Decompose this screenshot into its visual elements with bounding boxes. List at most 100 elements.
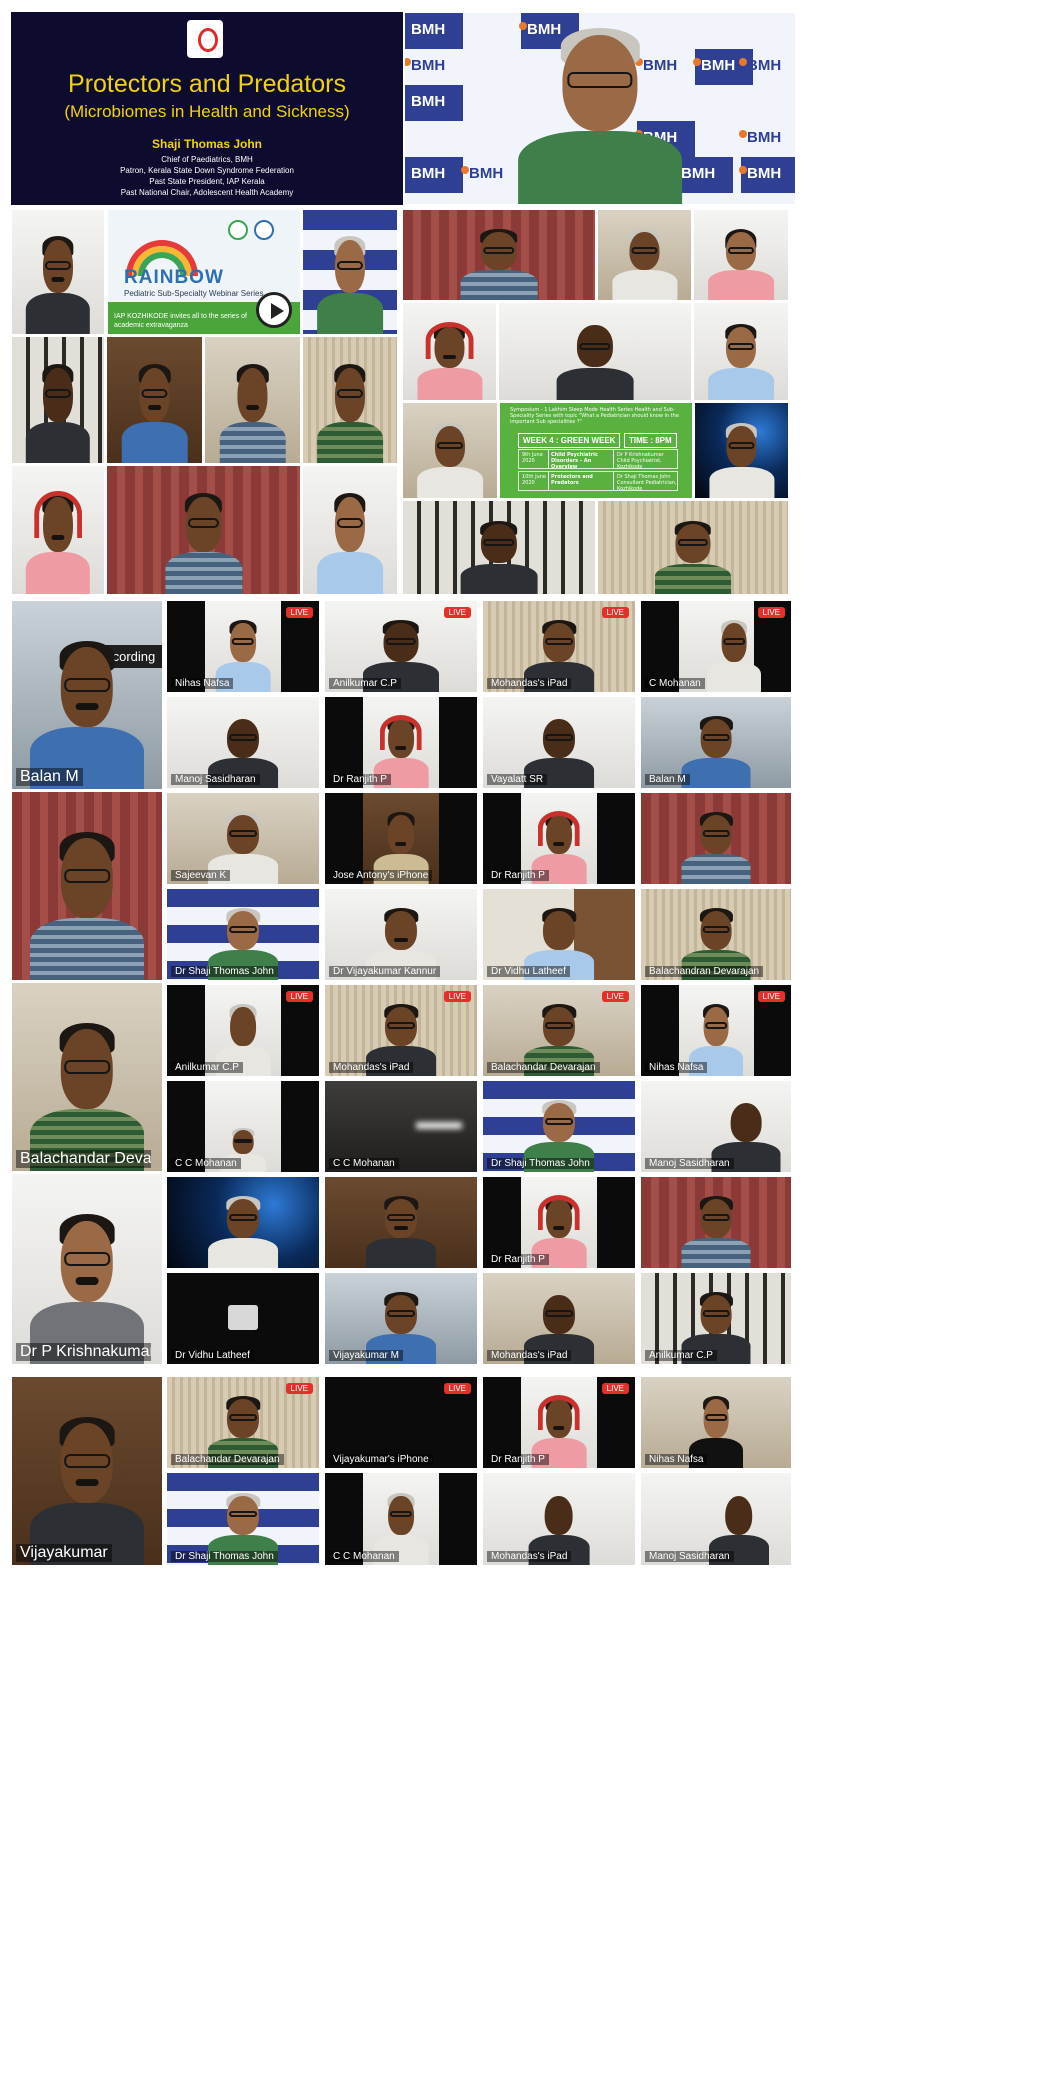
participant-video-tile[interactable]: C C Mohanan: [324, 1472, 478, 1566]
participant-video-tile[interactable]: [402, 209, 596, 301]
webinar-schedule-card: Symposium - 1 Lakhim Sleep Mode Health S…: [499, 402, 693, 499]
participant-video-tile[interactable]: Nihas Nafsa: [640, 1376, 792, 1469]
participant-video-tile[interactable]: Dr Ranjith P: [482, 792, 636, 885]
participant-video-tile[interactable]: [597, 500, 789, 595]
participant-video-tile[interactable]: [694, 402, 789, 499]
participant-video-tile[interactable]: [302, 336, 398, 464]
participant-name: Dr Shaji Thomas John: [487, 1158, 594, 1169]
participant-video-tile[interactable]: Jose Antony's iPhone: [324, 792, 478, 885]
participant-name: Balan M: [645, 774, 690, 785]
participant-name: Anilkumar C.P: [329, 678, 401, 689]
schedule-time: TIME : 8PM: [624, 433, 677, 448]
participant-video-tile[interactable]: [402, 500, 596, 595]
speaker-video-tile[interactable]: BMH BMH BMH BMH BMH BMH BMH BMH BMH BMH …: [404, 12, 796, 205]
participant-video-tile[interactable]: LIVE Nihas Nafsa: [640, 984, 792, 1077]
slide-credential: Patron, Kerala State Down Syndrome Feder…: [120, 166, 294, 175]
participant-name: C C Mohanan: [171, 1158, 241, 1169]
participant-name: Nihas Nafsa: [645, 1454, 708, 1465]
live-badge: LIVE: [601, 607, 629, 618]
participant-name: Anilkumar C.P: [645, 1350, 717, 1361]
slide-credential: Past State President, IAP Kerala: [149, 177, 265, 186]
participant-video-tile[interactable]: [693, 209, 789, 301]
participant-video-tile[interactable]: [302, 465, 398, 595]
participant-video-tile[interactable]: Dr Ranjith P: [324, 696, 478, 789]
participant-video-tile[interactable]: Dr Shaji Thomas John: [166, 888, 320, 981]
participant-video-tile[interactable]: LIVE Vijayakumar's iPhone: [324, 1376, 478, 1469]
participant-video-tile[interactable]: [402, 302, 497, 401]
participant-video-tile[interactable]: [324, 1176, 478, 1269]
webinar-collage: Protectors and Predators (Microbiomes in…: [0, 0, 1056, 2073]
participant-name: Manoj Sasidharan: [171, 774, 260, 785]
participant-video-tile[interactable]: LIVE C Mohanan: [640, 600, 792, 693]
slide-author: Shaji Thomas John: [151, 137, 262, 151]
live-badge: LIVE: [757, 607, 785, 618]
live-badge: LIVE: [285, 607, 313, 618]
participant-video-tile[interactable]: Sajeevan K: [166, 792, 320, 885]
participant-video-tile[interactable]: Dr Vidhu Latheef: [166, 1272, 320, 1365]
participant-video-tile[interactable]: Vijayakumar: [11, 1376, 163, 1566]
participant-video-tile[interactable]: LIVE Mohandas's iPad: [324, 984, 478, 1077]
participant-video-tile[interactable]: [106, 336, 203, 464]
participant-video-tile[interactable]: [693, 302, 789, 401]
participant-name: Vijayakumar M: [329, 1350, 403, 1361]
participant-video-tile[interactable]: Balachandran Devarajan: [640, 888, 792, 981]
participant-video-tile[interactable]: Dr Vidhu Latheef: [482, 888, 636, 981]
participant-video-tile[interactable]: Manoj Sasidharan: [640, 1080, 792, 1173]
participant-name: Mohandas's iPad: [487, 1350, 572, 1361]
participant-video-tile[interactable]: C C Mohanan: [324, 1080, 478, 1173]
participant-video-tile[interactable]: Dr P Krishnakumar iPad: [11, 1173, 163, 1365]
participant-video-tile[interactable]: [402, 402, 498, 499]
participant-video-tile[interactable]: Dr Shaji Thomas John: [482, 1080, 636, 1173]
live-badge: LIVE: [601, 991, 629, 1002]
participant-video-tile[interactable]: LIVE Mohandas's iPad: [482, 600, 636, 693]
iap-logo-icon: [187, 20, 223, 58]
participant-video-tile[interactable]: Mohandas's iPad: [482, 1272, 636, 1365]
participant-video-tile[interactable]: Balachandar Devarajan: [11, 982, 163, 1172]
participant-name: Sajeevan K: [171, 870, 231, 881]
participant-video-tile[interactable]: Vayalatt SR: [482, 696, 636, 789]
participant-video-tile[interactable]: LIVE Balachandar Devarajan: [166, 1376, 320, 1469]
live-badge: LIVE: [285, 991, 313, 1002]
participant-video-tile[interactable]: Balan M: [640, 696, 792, 789]
slide-credential: Chief of Paediatrics, BMH: [161, 155, 253, 164]
participant-video-tile[interactable]: [11, 209, 105, 335]
rainbow-webinar-banner[interactable]: RAINBOW Pediatric Sub-Specialty Webinar …: [107, 209, 301, 335]
participant-video-tile[interactable]: [597, 209, 692, 301]
participant-video-tile[interactable]: [11, 465, 105, 595]
participant-video-tile[interactable]: [11, 791, 163, 981]
participant-video-tile[interactable]: Dr Shaji Thomas John: [166, 1472, 320, 1566]
participant-name: Balan M: [16, 768, 83, 786]
participant-name: Jose Antony's iPhone: [329, 870, 433, 881]
participant-video-tile[interactable]: [204, 336, 301, 464]
participant-video-tile[interactable]: C C Mohanan: [166, 1080, 320, 1173]
participant-video-tile[interactable]: [640, 1176, 792, 1269]
play-icon[interactable]: [256, 292, 292, 328]
participant-video-tile[interactable]: LIVE Balachandar Devarajan: [482, 984, 636, 1077]
participant-video-tile[interactable]: LIVE Dr Ranjith P: [482, 1376, 636, 1469]
participant-video-tile[interactable]: [640, 792, 792, 885]
participant-name: Dr Vidhu Latheef: [487, 966, 570, 977]
presentation-title-slide: Protectors and Predators (Microbiomes in…: [11, 12, 403, 205]
participant-video-tile[interactable]: [11, 336, 105, 464]
participant-name: C Mohanan: [645, 678, 705, 689]
participant-video-tile[interactable]: Dr Ranjith P: [482, 1176, 636, 1269]
participant-video-tile[interactable]: Recording Balan M: [11, 600, 163, 790]
participant-video-tile[interactable]: LIVE Nihas Nafsa: [166, 600, 320, 693]
schedule-week: WEEK 4 : GREEN WEEK: [518, 433, 621, 448]
participant-name: Dr P Krishnakumar iPad: [16, 1343, 151, 1361]
participant-video-tile[interactable]: LIVE Anilkumar C.P: [166, 984, 320, 1077]
participant-video-tile[interactable]: [302, 209, 398, 335]
participant-video-tile[interactable]: Manoj Sasidharan: [640, 1472, 792, 1566]
participant-video-tile[interactable]: LIVE Anilkumar C.P: [324, 600, 478, 693]
participant-video-tile[interactable]: Vijayakumar M: [324, 1272, 478, 1365]
participant-video-tile[interactable]: [106, 465, 301, 595]
participant-video-tile[interactable]: Mohandas's iPad: [482, 1472, 636, 1566]
participant-video-tile[interactable]: [498, 302, 692, 401]
participant-name: Balachandar Devarajan: [171, 1454, 284, 1465]
participant-video-tile[interactable]: Dr Vijayakumar Kannur: [324, 888, 478, 981]
schedule-intro: Symposium - 1 Lakhim Sleep Mode Health S…: [510, 407, 679, 425]
participant-video-tile[interactable]: [166, 1176, 320, 1269]
participant-video-tile[interactable]: Anilkumar C.P: [640, 1272, 792, 1365]
association-logos: [228, 220, 280, 240]
participant-video-tile[interactable]: Manoj Sasidharan: [166, 696, 320, 789]
